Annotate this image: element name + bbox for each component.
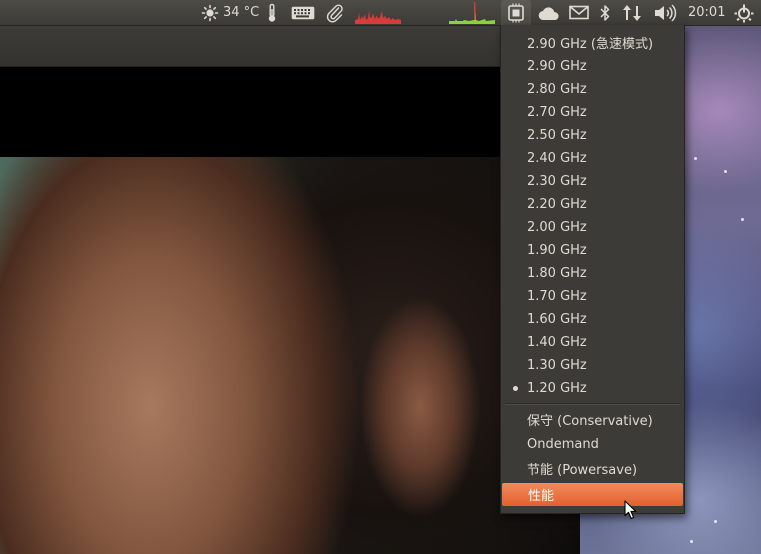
menu-item-frequency[interactable]: 2.90 GHz (急速模式) bbox=[501, 31, 684, 54]
menu-item-governor-powersave[interactable]: 节能 (Powersave) bbox=[501, 457, 684, 480]
system-monitor-indicator[interactable] bbox=[355, 0, 401, 25]
clipboard-indicator[interactable] bbox=[325, 0, 345, 25]
menu-item-label: 2.30 GHz bbox=[527, 174, 587, 189]
weather-sun-icon bbox=[201, 4, 219, 21]
sound-indicator[interactable] bbox=[654, 0, 678, 25]
menu-item-frequency[interactable]: 1.60 GHz bbox=[501, 308, 684, 331]
wallpaper-sparkle bbox=[724, 170, 727, 173]
menu-item-frequency[interactable]: 1.30 GHz bbox=[501, 354, 684, 377]
keyboard-indicator[interactable] bbox=[291, 0, 315, 25]
menu-item-label: 1.60 GHz bbox=[527, 312, 587, 327]
menu-item-label: 1.70 GHz bbox=[527, 289, 587, 304]
menu-item-label: 2.90 GHz bbox=[527, 59, 587, 74]
session-icon bbox=[734, 4, 754, 22]
menu-item-label: 1.90 GHz bbox=[527, 243, 587, 258]
wallpaper-sparkle bbox=[694, 157, 697, 160]
menu-item-frequency[interactable]: 2.20 GHz bbox=[501, 193, 684, 216]
wallpaper-sparkle bbox=[690, 540, 693, 543]
menu-item-frequency[interactable]: 2.30 GHz bbox=[501, 170, 684, 193]
volume-icon bbox=[655, 3, 677, 22]
menu-item-label: 1.20 GHz bbox=[527, 381, 587, 396]
cloud-indicator[interactable] bbox=[538, 0, 560, 25]
temperature-indicator[interactable] bbox=[266, 0, 278, 25]
menu-item-label: 节能 (Powersave) bbox=[527, 463, 638, 478]
menu-item-governor-performance[interactable]: 性能 bbox=[502, 483, 683, 506]
menu-item-frequency[interactable]: 2.90 GHz bbox=[501, 55, 684, 78]
menu-item-frequency-selected[interactable]: 1.20 GHz bbox=[501, 377, 684, 400]
menu-item-label: Ondemand bbox=[527, 437, 599, 452]
menu-item-label: 2.20 GHz bbox=[527, 197, 587, 212]
window-toolbar bbox=[0, 26, 580, 67]
menu-item-frequency[interactable]: 1.40 GHz bbox=[501, 331, 684, 354]
cpufreq-indicator[interactable] bbox=[506, 0, 526, 25]
clock: 20:01 bbox=[688, 5, 726, 20]
paperclip-icon bbox=[326, 3, 343, 22]
weather-temperature: 34 °C bbox=[223, 5, 260, 20]
menu-item-label: 保守 (Conservative) bbox=[527, 414, 653, 429]
menu-item-frequency[interactable]: 1.90 GHz bbox=[501, 239, 684, 262]
cpufreq-icon bbox=[508, 3, 524, 22]
top-panel: 34 °C 20:01 bbox=[0, 0, 761, 26]
mouse-pointer-icon bbox=[624, 500, 637, 520]
menu-item-label: 2.80 GHz bbox=[527, 82, 587, 97]
menu-item-label: 2.50 GHz bbox=[527, 128, 587, 143]
session-indicator[interactable] bbox=[734, 0, 754, 25]
menu-item-frequency[interactable]: 2.50 GHz bbox=[501, 124, 684, 147]
network-updown-icon bbox=[623, 4, 641, 21]
network-graph bbox=[449, 1, 495, 24]
system-monitor-graph bbox=[355, 9, 401, 24]
bluetooth-indicator[interactable] bbox=[599, 0, 611, 25]
menu-separator bbox=[505, 403, 680, 405]
menu-item-frequency[interactable]: 2.70 GHz bbox=[501, 101, 684, 124]
menu-item-frequency[interactable]: 2.80 GHz bbox=[501, 78, 684, 101]
menu-item-frequency[interactable]: 2.40 GHz bbox=[501, 147, 684, 170]
clock-indicator[interactable]: 20:01 bbox=[688, 0, 725, 25]
wallpaper-sparkle bbox=[714, 520, 717, 523]
thermometer-icon bbox=[268, 3, 276, 22]
bluetooth-icon bbox=[600, 4, 610, 21]
radio-bullet-icon bbox=[513, 386, 518, 391]
menu-item-frequency[interactable]: 2.00 GHz bbox=[501, 216, 684, 239]
menu-item-label: 性能 bbox=[528, 489, 555, 504]
menu-item-frequency[interactable]: 1.80 GHz bbox=[501, 262, 684, 285]
video-frame[interactable] bbox=[0, 157, 580, 554]
menu-item-governor-conservative[interactable]: 保守 (Conservative) bbox=[501, 408, 684, 431]
menu-item-label: 2.40 GHz bbox=[527, 151, 587, 166]
menu-item-label: 1.40 GHz bbox=[527, 335, 587, 350]
wallpaper-sparkle bbox=[741, 218, 744, 221]
menu-item-label: 1.80 GHz bbox=[527, 266, 587, 281]
menu-item-label: 2.70 GHz bbox=[527, 105, 587, 120]
network-monitor-indicator[interactable] bbox=[449, 0, 495, 25]
video-player-window bbox=[0, 26, 580, 554]
mail-icon bbox=[569, 5, 589, 20]
weather-indicator[interactable]: 34 °C bbox=[201, 0, 259, 25]
menu-item-label: 2.00 GHz bbox=[527, 220, 587, 235]
menu-item-label: 1.30 GHz bbox=[527, 358, 587, 373]
cloud-icon bbox=[538, 6, 559, 20]
menu-item-label: 2.90 GHz (急速模式) bbox=[527, 37, 654, 52]
messaging-indicator[interactable] bbox=[569, 0, 589, 25]
network-indicator[interactable] bbox=[622, 0, 642, 25]
menu-item-frequency[interactable]: 1.70 GHz bbox=[501, 285, 684, 308]
menu-item-governor-ondemand[interactable]: Ondemand bbox=[501, 433, 684, 456]
cpufreq-menu: 2.90 GHz (急速模式) 2.90 GHz 2.80 GHz 2.70 G… bbox=[500, 25, 685, 514]
keyboard-icon bbox=[291, 6, 315, 19]
